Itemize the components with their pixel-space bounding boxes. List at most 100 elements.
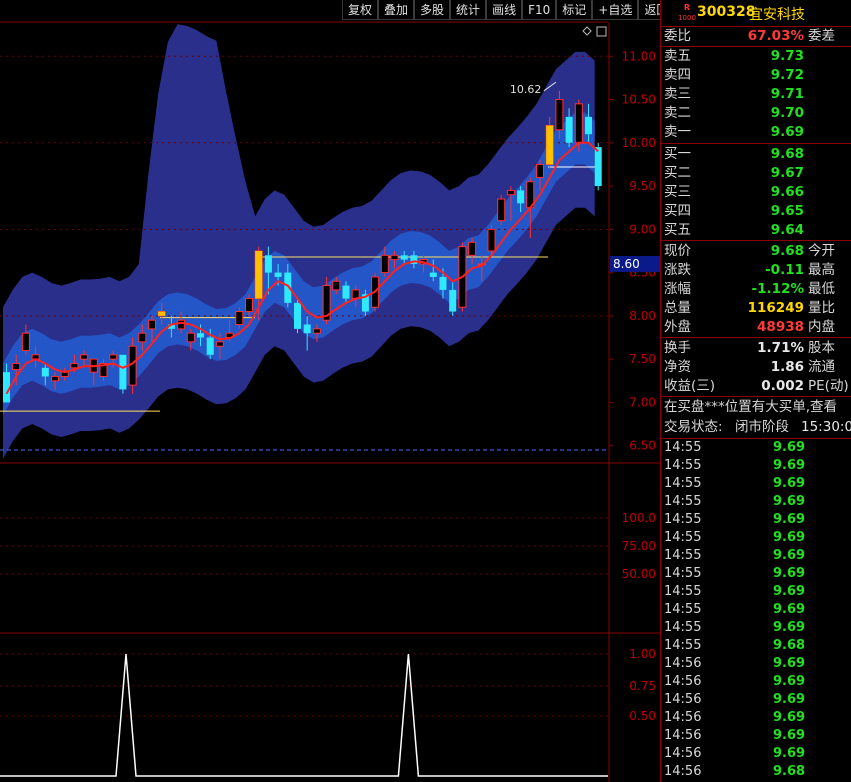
indicator-tick-label: 100.0 (622, 511, 656, 525)
kline-chart-area[interactable]: 11.5011.0010.5010.009.509.008.508.007.50… (0, 0, 675, 782)
wei-bi-value: 67.03% (747, 28, 804, 44)
stat-label: 外盘 (664, 319, 691, 335)
toolbar-button-huaxian[interactable]: 画线 (486, 0, 523, 20)
tick-time: 14:56 (664, 728, 702, 743)
price-tick-label: 9.50 (629, 179, 656, 193)
bid-row: 买三 9.66 (661, 183, 851, 202)
toolbar-button-f10[interactable]: F10 (522, 0, 557, 20)
tick-time: 14:56 (664, 656, 702, 671)
tick-row: 14:55 9.69 (661, 475, 851, 493)
indicator-tick-label: 0.50 (629, 709, 656, 723)
ask-row: 卖三 9.71 (661, 85, 851, 104)
notice-row[interactable]: 在买盘***位置有大买单,查看 (661, 398, 851, 417)
tick-time: 14:55 (664, 584, 702, 599)
current-price-label: 8.60 (613, 257, 640, 271)
price-tick-label: 10.50 (622, 93, 656, 107)
tick-price: 9.69 (773, 566, 806, 581)
stat2-value: 1.71% (757, 340, 804, 356)
tick-time: 14:55 (664, 548, 702, 563)
toolbar-button-biaoji[interactable]: 标记 (556, 0, 593, 20)
stat2-label2: 流通 (808, 359, 835, 375)
stat-value: -1.12% (751, 281, 804, 297)
tick-row: 14:56 9.69 (661, 709, 851, 727)
stat-label: 涨跌 (664, 262, 691, 278)
bid-label: 买一 (664, 146, 691, 162)
indicator-panel-1: 100.0 75.00 50.00 (0, 511, 656, 581)
bid-row: 买二 9.67 (661, 164, 851, 183)
badge-top: R (683, 3, 691, 12)
bid-label: 买五 (664, 222, 691, 238)
tick-time: 14:55 (664, 494, 702, 509)
stock-code: 300328 (697, 4, 756, 20)
tick-time: 14:55 (664, 602, 702, 617)
price-tick-label: 9.00 (629, 222, 656, 236)
toolbar-button-tongji[interactable]: 统计 (450, 0, 487, 20)
tick-row: 14:56 9.69 (661, 745, 851, 763)
bollinger-bands (3, 24, 595, 459)
toolbar-button-diejia[interactable]: 叠加 (378, 0, 415, 20)
price-tick-label: 6.50 (629, 439, 656, 453)
tick-price: 9.69 (773, 710, 806, 725)
stat-label2: 最高 (808, 262, 835, 278)
wei-cha-label: 委差 (808, 28, 835, 44)
tick-time: 14:56 (664, 674, 702, 689)
bid-price: 9.67 (770, 165, 804, 181)
tick-price: 9.69 (773, 692, 806, 707)
toolbar-button-zixuan[interactable]: +自选 (592, 0, 639, 20)
trade-status-value: 闭市阶段 (735, 419, 789, 435)
indicator-tick-label: 0.75 (629, 679, 656, 693)
stat-row: 现价 9.68 今开 (661, 242, 851, 261)
tick-time: 14:55 (664, 476, 702, 491)
stat-label2: 量比 (808, 300, 835, 316)
tick-row: 14:55 9.68 (661, 637, 851, 655)
bid-price: 9.68 (770, 146, 804, 162)
indicator-tick-label: 75.00 (622, 539, 656, 553)
tick-price: 9.69 (773, 530, 806, 545)
badge-bottom: 1000 (678, 14, 696, 22)
tick-time: 14:55 (664, 638, 702, 653)
bid-row: 买四 9.65 (661, 202, 851, 221)
ask-label: 卖一 (664, 124, 691, 140)
tick-price: 9.69 (773, 620, 806, 635)
tick-price: 9.68 (773, 764, 806, 779)
ask-price: 9.72 (770, 67, 804, 83)
tick-row: 14:55 9.69 (661, 547, 851, 565)
stat-value: 48938 (757, 319, 804, 335)
tick-price: 9.69 (773, 512, 806, 527)
tick-time: 14:55 (664, 440, 702, 455)
stat2-label2: PE(动) (808, 378, 849, 394)
ask-price: 9.69 (770, 124, 804, 140)
indicator-tick-label: 1.00 (629, 647, 656, 661)
tick-price: 9.69 (773, 728, 806, 743)
price-tick-label: 7.50 (629, 352, 656, 366)
stock-name: 宜安科技 (749, 7, 805, 23)
toolbar-button-duogu[interactable]: 多股 (414, 0, 451, 20)
highlight-candle (158, 311, 166, 316)
tick-time: 14:55 (664, 512, 702, 527)
kline-chart[interactable]: 11.5011.0010.5010.009.509.008.508.007.50… (0, 0, 660, 782)
ask-price: 9.71 (770, 86, 804, 102)
ask-row: 卖四 9.72 (661, 66, 851, 85)
price-tick-label: 10.00 (622, 136, 656, 150)
bid-row: 买一 9.68 (661, 145, 851, 164)
tick-row: 14:55 9.69 (661, 457, 851, 475)
indicator-tick-label: 50.00 (622, 567, 656, 581)
stat2-label: 收益(三) (664, 378, 716, 394)
candle (497, 194, 506, 226)
stat2-label: 换手 (664, 340, 691, 356)
stat2-row: 收益(三) 0.002 PE(动) (661, 377, 851, 396)
trade-status-row: 交易状态: 闭市阶段 15:30:0 (661, 418, 851, 437)
price-tick-label: 11.00 (622, 49, 656, 63)
stat-value: -0.11 (765, 262, 804, 278)
stat-row: 总量 116249 量比 (661, 299, 851, 318)
stock-badge: R 1000 (678, 3, 696, 23)
tick-row: 14:56 9.69 (661, 691, 851, 709)
stat-value: 9.68 (770, 243, 804, 259)
tick-time: 14:55 (664, 620, 702, 635)
bid-label: 买四 (664, 203, 691, 219)
tick-price: 9.69 (773, 476, 806, 491)
tick-price: 9.69 (773, 746, 806, 761)
stat-label: 总量 (664, 300, 691, 316)
toolbar-button-fuquan[interactable]: 复权 (342, 0, 379, 20)
stat-label2: 今开 (808, 243, 835, 259)
